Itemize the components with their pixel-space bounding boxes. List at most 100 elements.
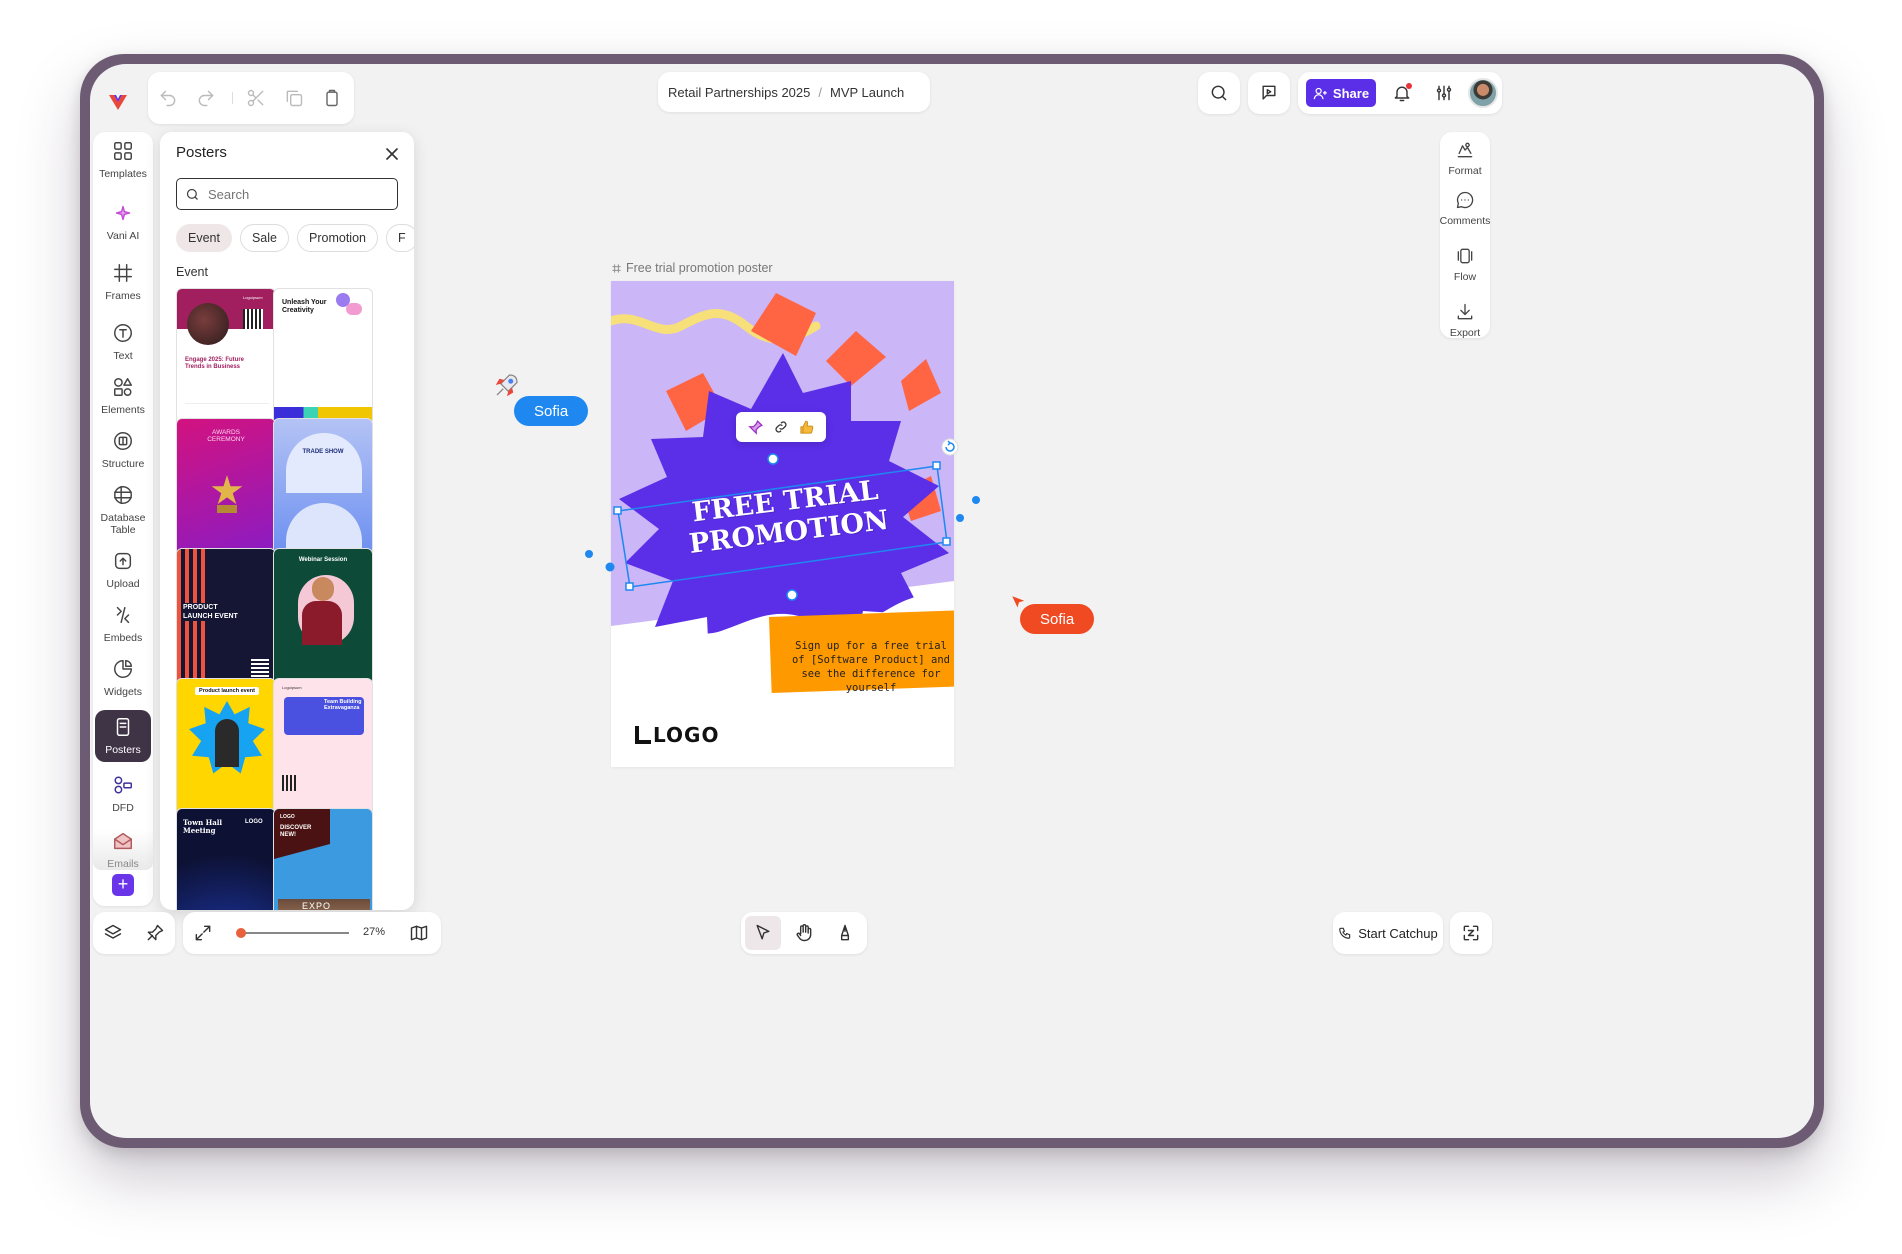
template-expo-sign: EXPO xyxy=(302,901,332,910)
close-icon[interactable] xyxy=(382,144,402,164)
thumbs-up-icon[interactable] xyxy=(798,419,815,436)
sidebar-item-label: Text xyxy=(113,350,133,362)
template-title: DISCOVER NEW! xyxy=(280,825,312,838)
posters-panel: Posters Event Sale Promotion F Event Log… xyxy=(160,132,414,910)
search-button[interactable] xyxy=(1198,72,1240,114)
right-item-comments[interactable]: Comments xyxy=(1434,190,1496,227)
sidebar-item-frames[interactable]: Frames xyxy=(93,262,153,302)
right-item-export[interactable]: Export xyxy=(1434,302,1496,339)
map-icon[interactable] xyxy=(409,923,429,943)
sidebar-item-emails[interactable]: Emails xyxy=(93,830,153,870)
hand-icon[interactable] xyxy=(794,923,814,943)
poster-frame[interactable]: FREE TRIAL PROMOTION Sign up for a free … xyxy=(611,281,954,767)
fullscreen-icon[interactable] xyxy=(193,923,213,943)
frame-icon xyxy=(114,264,132,282)
text-icon xyxy=(114,324,132,342)
pointer-icon[interactable] xyxy=(753,923,773,943)
user-avatar[interactable] xyxy=(1468,78,1498,108)
search-input[interactable] xyxy=(208,186,378,202)
sidebar-item-vani-ai[interactable]: Vani AI xyxy=(93,202,153,242)
pen-icon[interactable] xyxy=(835,923,855,943)
section-label: Event xyxy=(176,265,208,279)
sidebar-item-templates[interactable]: Templates xyxy=(93,140,153,180)
interaction-toolbar xyxy=(741,912,867,954)
sidebar-item-elements[interactable]: Elements xyxy=(93,376,153,416)
zoom-slider-thumb[interactable] xyxy=(236,928,246,938)
chip-more[interactable]: F xyxy=(385,224,414,252)
collaborator-tag: Sofia xyxy=(514,396,589,426)
export-icon xyxy=(1457,303,1473,320)
template-thumbnail[interactable]: Logoipsum Team Building Extravaganza xyxy=(273,678,373,816)
frame-label[interactable]: Free trial promotion poster xyxy=(611,261,773,275)
sidebar-item-upload[interactable]: Upload xyxy=(93,550,153,590)
template-thumbnail[interactable]: Product launch event xyxy=(176,678,276,816)
template-thumbnail[interactable]: Webinar Session xyxy=(273,548,373,686)
poster-logo[interactable]: LOGO xyxy=(635,723,719,747)
collaborator-tag: Sofia xyxy=(1020,604,1095,634)
sidebar-item-dfd[interactable]: DFD xyxy=(93,774,153,814)
connector-dot[interactable] xyxy=(972,496,980,504)
zoom-fit-button[interactable] xyxy=(1450,912,1492,954)
right-item-label: Export xyxy=(1449,327,1481,339)
structure-icon xyxy=(114,432,132,450)
sidebar-item-label: Database Table xyxy=(100,512,146,536)
posters-icon xyxy=(116,718,130,736)
breadcrumb-page[interactable]: MVP Launch xyxy=(830,85,904,100)
pin-icon[interactable] xyxy=(747,419,764,436)
sidebar-item-embeds[interactable]: Embeds xyxy=(93,604,153,644)
link-icon[interactable] xyxy=(773,419,789,435)
comments-icon xyxy=(1456,191,1474,209)
settings-sliders-icon[interactable] xyxy=(1434,83,1454,103)
search-field[interactable] xyxy=(176,178,398,210)
chip-event[interactable]: Event xyxy=(176,224,232,252)
template-thumbnail[interactable]: Unleash Your Creativity xyxy=(273,288,373,426)
delete-icon[interactable] xyxy=(320,86,344,110)
breadcrumb: Retail Partnerships 2025 / MVP Launch xyxy=(658,72,930,112)
template-title: Product launch event xyxy=(195,687,259,695)
sidebar-item-text[interactable]: Text xyxy=(93,322,153,362)
template-thumbnail[interactable]: Town Hall Meeting LOGO xyxy=(176,808,276,910)
undo-icon[interactable] xyxy=(156,86,180,110)
app-logo-icon[interactable] xyxy=(106,90,130,114)
template-thumbnail[interactable]: PRODUCT LAUNCH EVENT xyxy=(176,548,276,686)
search-icon xyxy=(1209,83,1229,103)
pin-icon[interactable] xyxy=(145,923,165,943)
connector-dot[interactable] xyxy=(956,514,964,522)
layers-icon[interactable] xyxy=(103,923,123,943)
present-button[interactable] xyxy=(1248,72,1290,114)
template-thumbnail[interactable]: TRADE SHOW xyxy=(273,418,373,556)
right-item-flow[interactable]: Flow xyxy=(1434,246,1496,283)
header-actions: Share xyxy=(1298,72,1502,114)
notifications-icon[interactable] xyxy=(1392,83,1412,103)
sidebar-item-label: Embeds xyxy=(103,632,143,644)
share-button[interactable]: Share xyxy=(1306,79,1376,107)
elements-icon xyxy=(114,378,132,396)
redo-icon[interactable] xyxy=(194,86,218,110)
chip-promotion[interactable]: Promotion xyxy=(297,224,378,252)
template-title: Town Hall Meeting xyxy=(183,818,223,835)
sidebar-item-database-table[interactable]: Database Table xyxy=(93,484,153,536)
poster-body-text[interactable]: Sign up for a free trial of [Software Pr… xyxy=(787,639,954,695)
sidebar-item-label: Structure xyxy=(101,458,145,470)
template-thumbnail[interactable]: LOGO DISCOVER NEW! EXPO xyxy=(273,808,373,910)
right-item-label: Comments xyxy=(1439,215,1491,227)
start-catchup-label: Start Catchup xyxy=(1358,925,1438,941)
zoom-slider[interactable] xyxy=(239,932,349,934)
right-item-format[interactable]: Format xyxy=(1434,140,1496,177)
add-tool-button[interactable]: + xyxy=(112,874,134,896)
template-thumbnail[interactable]: AWARDS CEREMONY xyxy=(176,418,276,556)
panel-title: Posters xyxy=(176,144,227,161)
start-catchup-button[interactable]: Start Catchup xyxy=(1333,912,1443,954)
sidebar-item-posters[interactable]: Posters xyxy=(95,710,151,762)
element-toolbar xyxy=(736,412,826,442)
cut-icon[interactable] xyxy=(244,86,268,110)
copy-icon[interactable] xyxy=(282,86,306,110)
template-thumbnail[interactable]: Logoipsum Engage 2025: Future Trends in … xyxy=(176,288,276,426)
sparkle-icon xyxy=(115,205,131,221)
sidebar-item-structure[interactable]: Structure xyxy=(93,430,153,470)
breadcrumb-project[interactable]: Retail Partnerships 2025 xyxy=(668,85,810,100)
connector-dot[interactable] xyxy=(585,550,593,558)
app-logo-card xyxy=(94,78,142,124)
sidebar-item-widgets[interactable]: Widgets xyxy=(93,658,153,698)
chip-sale[interactable]: Sale xyxy=(239,224,289,252)
